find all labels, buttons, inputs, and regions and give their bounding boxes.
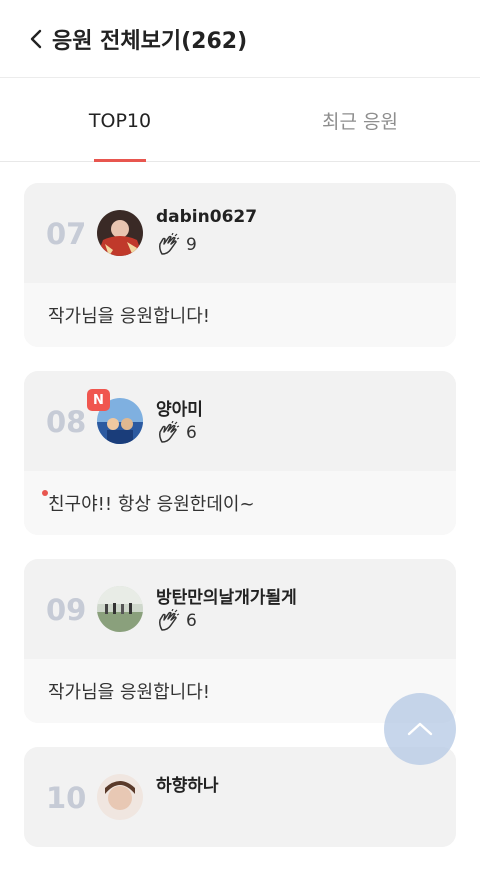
clap-count: 6 [186, 423, 197, 443]
cheer-card-header: 08 N 양아미 6 [24, 371, 456, 471]
rank-number: 09 [46, 593, 87, 627]
tab-top10[interactable]: TOP10 [0, 79, 240, 162]
username: 하향하나 [156, 776, 219, 796]
avatar[interactable] [97, 586, 143, 632]
clap-count: 9 [186, 235, 197, 255]
clap-count-group: 6 [156, 609, 197, 633]
cheer-card[interactable]: 08 N 양아미 6 친구야!! 항상 응원한데이~ [24, 371, 456, 535]
new-badge: N [87, 389, 110, 411]
username: 방탄만의날개가될게 [156, 588, 297, 608]
cheer-card[interactable]: 10 하향하나 [24, 747, 456, 847]
chevron-up-icon [407, 722, 433, 736]
tab-bar: TOP10 최근 응원 [0, 79, 480, 162]
rank-number: 10 [46, 781, 87, 815]
tab-label: 최근 응원 [322, 111, 398, 133]
cheer-message: 친구야!! 항상 응원한데이~ [24, 471, 456, 535]
message-text: 작가님을 응원합니다! [48, 682, 210, 703]
cheer-card[interactable]: 09 방탄만의날개가될게 6 작가님을 응원합니다! [24, 559, 456, 723]
clap-count-group: 9 [156, 233, 197, 257]
clap-icon [159, 421, 180, 443]
clap-icon [159, 233, 180, 255]
avatar[interactable] [97, 210, 143, 256]
clap-count: 6 [186, 611, 197, 631]
clap-icon [159, 609, 180, 631]
username: 양아미 [156, 400, 203, 420]
message-text: 친구야!! 항상 응원한데이~ [48, 494, 255, 515]
cheer-message: 작가님을 응원합니다! [24, 283, 456, 347]
unread-dot [42, 490, 48, 496]
tab-label: TOP10 [88, 109, 152, 132]
clap-count-group: 6 [156, 421, 197, 445]
app-header: 응원 전체보기(262) [0, 0, 480, 78]
cheer-card-header: 07 dabin0627 9 [24, 183, 456, 283]
rank-number: 08 [46, 405, 87, 439]
cheer-card-header: 10 하향하나 [24, 747, 456, 847]
cheer-card[interactable]: 07 dabin0627 9 작가님을 응원합니다! [24, 183, 456, 347]
cheer-list: 07 dabin0627 9 작가님을 응원합니다! 08 N 양아미 6 친구… [24, 183, 456, 871]
tab-recent[interactable]: 최근 응원 [240, 79, 480, 162]
rank-number: 07 [46, 217, 87, 251]
scroll-top-button[interactable] [384, 693, 456, 765]
page-title: 응원 전체보기(262) [52, 28, 248, 54]
avatar[interactable] [97, 774, 143, 820]
active-tab-indicator [94, 159, 146, 162]
cheer-card-header: 09 방탄만의날개가될게 6 [24, 559, 456, 659]
message-text: 작가님을 응원합니다! [48, 306, 210, 327]
username: dabin0627 [156, 207, 258, 227]
chevron-left-icon [30, 29, 42, 48]
